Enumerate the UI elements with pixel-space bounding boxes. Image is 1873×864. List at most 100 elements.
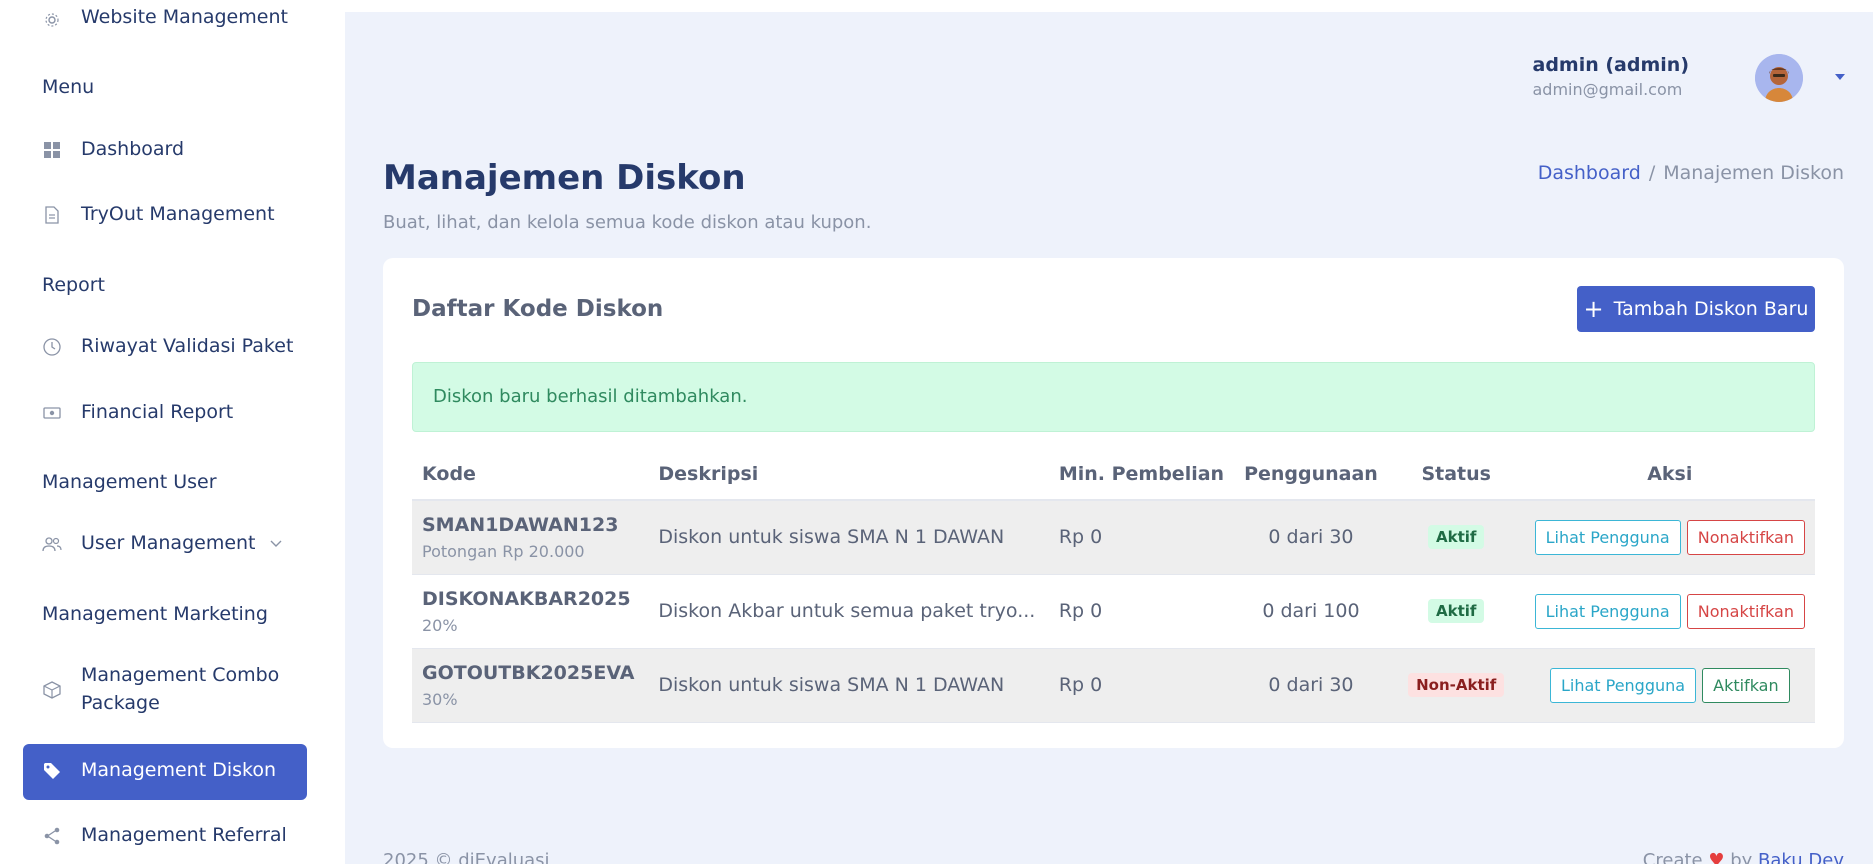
deactivate-button[interactable]: Nonaktifkan <box>1686 519 1805 555</box>
header-penggunaan: Penggunaan <box>1234 448 1388 501</box>
sidebar-item-financial[interactable]: Financial Report <box>0 401 345 425</box>
section-management-user: Management User <box>42 471 217 493</box>
breadcrumb-current: Manajemen Diskon <box>1663 162 1844 184</box>
header-kode: Kode <box>412 448 649 501</box>
sidebar-item-user-management[interactable]: User Management <box>0 532 345 556</box>
breadcrumb-separator: / <box>1648 162 1656 184</box>
cell-deskripsi: Diskon untuk siswa SMA N 1 DAWAN <box>648 500 1049 575</box>
user-name: admin (admin) <box>1532 54 1690 76</box>
sidebar-item-label: User Management <box>81 532 256 554</box>
footer-author-link[interactable]: Baku Dev <box>1758 850 1844 864</box>
plus-icon: + <box>1583 295 1604 323</box>
cell-aksi: Lihat Pengguna Nonaktifkan <box>1524 500 1815 575</box>
sidebar-item-label: Riwayat Validasi Paket <box>81 335 294 357</box>
footer-by: by <box>1730 850 1753 864</box>
discount-card: Daftar Kode Diskon + Tambah Diskon Baru … <box>383 258 1844 748</box>
activate-button[interactable]: Aktifkan <box>1702 667 1790 703</box>
sidebar-item-label: Management Referral <box>81 824 287 846</box>
cell-min-pembelian: Rp 0 <box>1048 648 1235 723</box>
box-icon <box>42 680 62 700</box>
discount-code: GOTOUTBK2025EVA <box>422 661 635 684</box>
sidebar-item-label: Dashboard <box>81 138 185 160</box>
cell-penggunaan: 0 dari 30 <box>1234 648 1388 723</box>
success-alert: Diskon baru berhasil ditambahkan. <box>412 362 1815 432</box>
table-row: SMAN1DAWAN123 Potongan Rp 20.000 Diskon … <box>412 500 1815 575</box>
sidebar: Website Management Menu Dashboard TryOut… <box>0 0 345 864</box>
gear-icon <box>42 10 62 30</box>
discount-table: Kode Deskripsi Min. Pembelian Penggunaan… <box>412 448 1815 723</box>
section-menu: Menu <box>42 76 95 98</box>
view-users-button[interactable]: Lihat Pengguna <box>1534 593 1681 629</box>
add-discount-button[interactable]: + Tambah Diskon Baru <box>1577 286 1815 332</box>
cell-status: Aktif <box>1387 574 1525 649</box>
deactivate-button[interactable]: Nonaktifkan <box>1686 593 1805 629</box>
cell-kode: SMAN1DAWAN123 Potongan Rp 20.000 <box>412 500 649 575</box>
chevron-down-icon[interactable] <box>1835 74 1845 80</box>
sidebar-item-tryout[interactable]: TryOut Management <box>0 203 345 227</box>
header-min-pembelian: Min. Pembelian <box>1048 448 1235 501</box>
discount-value: Potongan Rp 20.000 <box>422 541 585 561</box>
sidebar-item-label: TryOut Management <box>81 203 275 225</box>
footer-copyright: 2025 © diEvaluasi <box>383 850 550 864</box>
avatar[interactable] <box>1755 54 1803 102</box>
user-email: admin@gmail.com <box>1532 80 1683 99</box>
main-content: admin (admin) admin@gmail.com Manajemen … <box>345 12 1873 864</box>
sidebar-item-referral[interactable]: Management Referral <box>0 824 345 848</box>
view-users-button[interactable]: Lihat Pengguna <box>1549 667 1697 703</box>
card-title: Daftar Kode Diskon <box>412 296 664 322</box>
table-row: DISKONAKBAR2025 20% Diskon Akbar untuk s… <box>412 574 1815 649</box>
sidebar-item-label: Management Combo <box>81 664 280 686</box>
cell-penggunaan: 0 dari 30 <box>1234 500 1388 575</box>
cell-aksi: Lihat Pengguna Aktifkan <box>1524 648 1815 723</box>
breadcrumb: Dashboard / Manajemen Diskon <box>1538 162 1844 184</box>
cell-deskripsi: Diskon Akbar untuk semua paket tryo... <box>648 574 1049 649</box>
page-title: Manajemen Diskon <box>383 158 746 198</box>
footer-create: Create <box>1642 850 1703 864</box>
sidebar-item-combo-package[interactable]: Management Combo Package <box>0 664 345 716</box>
sidebar-item-management-diskon[interactable]: Management Diskon <box>23 744 307 800</box>
cell-min-pembelian: Rp 0 <box>1048 574 1235 649</box>
view-users-button[interactable]: Lihat Pengguna <box>1534 519 1681 555</box>
header-deskripsi: Deskripsi <box>648 448 1049 501</box>
user-menu[interactable]: admin (admin) admin@gmail.com <box>1533 54 1690 99</box>
chevron-down-icon <box>268 536 284 552</box>
cell-status: Non-Aktif <box>1387 648 1525 723</box>
section-report: Report <box>42 274 105 296</box>
discount-code: SMAN1DAWAN123 <box>422 513 619 536</box>
status-badge: Aktif <box>1427 599 1485 623</box>
sidebar-item-label: Financial Report <box>81 401 234 423</box>
document-icon <box>42 205 62 225</box>
cell-deskripsi: Diskon untuk siswa SMA N 1 DAWAN <box>648 648 1049 723</box>
table-header-row: Kode Deskripsi Min. Pembelian Penggunaan… <box>412 448 1815 501</box>
cell-kode: GOTOUTBK2025EVA 30% <box>412 648 649 723</box>
add-discount-label: Tambah Diskon Baru <box>1613 298 1809 320</box>
table-row: GOTOUTBK2025EVA 30% Diskon untuk siswa S… <box>412 648 1815 723</box>
discount-value: 30% <box>422 689 458 709</box>
money-icon <box>42 403 62 423</box>
section-management-marketing: Management Marketing <box>42 603 268 625</box>
header-aksi: Aksi <box>1524 448 1815 501</box>
sidebar-item-website-management[interactable]: Website Management <box>0 6 345 30</box>
share-icon <box>42 826 62 846</box>
status-badge: Aktif <box>1427 525 1485 550</box>
cell-penggunaan: 0 dari 100 <box>1234 574 1388 649</box>
breadcrumb-link-dashboard[interactable]: Dashboard <box>1538 162 1641 184</box>
cell-status: Aktif <box>1387 500 1525 575</box>
status-badge: Non-Aktif <box>1408 673 1505 697</box>
discount-code: DISKONAKBAR2025 <box>422 587 631 610</box>
sidebar-item-label: Website Management <box>81 6 288 28</box>
footer-credit: Create ♥ by Baku Dev <box>1643 850 1844 864</box>
page-subtitle: Buat, lihat, dan kelola semua kode disko… <box>383 212 872 233</box>
header-status: Status <box>1387 448 1525 501</box>
heart-icon: ♥ <box>1708 850 1725 864</box>
sidebar-item-label: Management Diskon <box>81 759 277 781</box>
cell-aksi: Lihat Pengguna Nonaktifkan <box>1524 574 1815 649</box>
clock-icon <box>42 337 62 357</box>
sidebar-item-dashboard[interactable]: Dashboard <box>0 138 345 162</box>
sidebar-item-riwayat[interactable]: Riwayat Validasi Paket <box>0 335 345 359</box>
users-icon <box>42 534 62 554</box>
tag-icon <box>42 761 62 781</box>
cell-min-pembelian: Rp 0 <box>1048 500 1235 575</box>
cell-kode: DISKONAKBAR2025 20% <box>412 574 649 649</box>
discount-value: 20% <box>422 615 458 635</box>
